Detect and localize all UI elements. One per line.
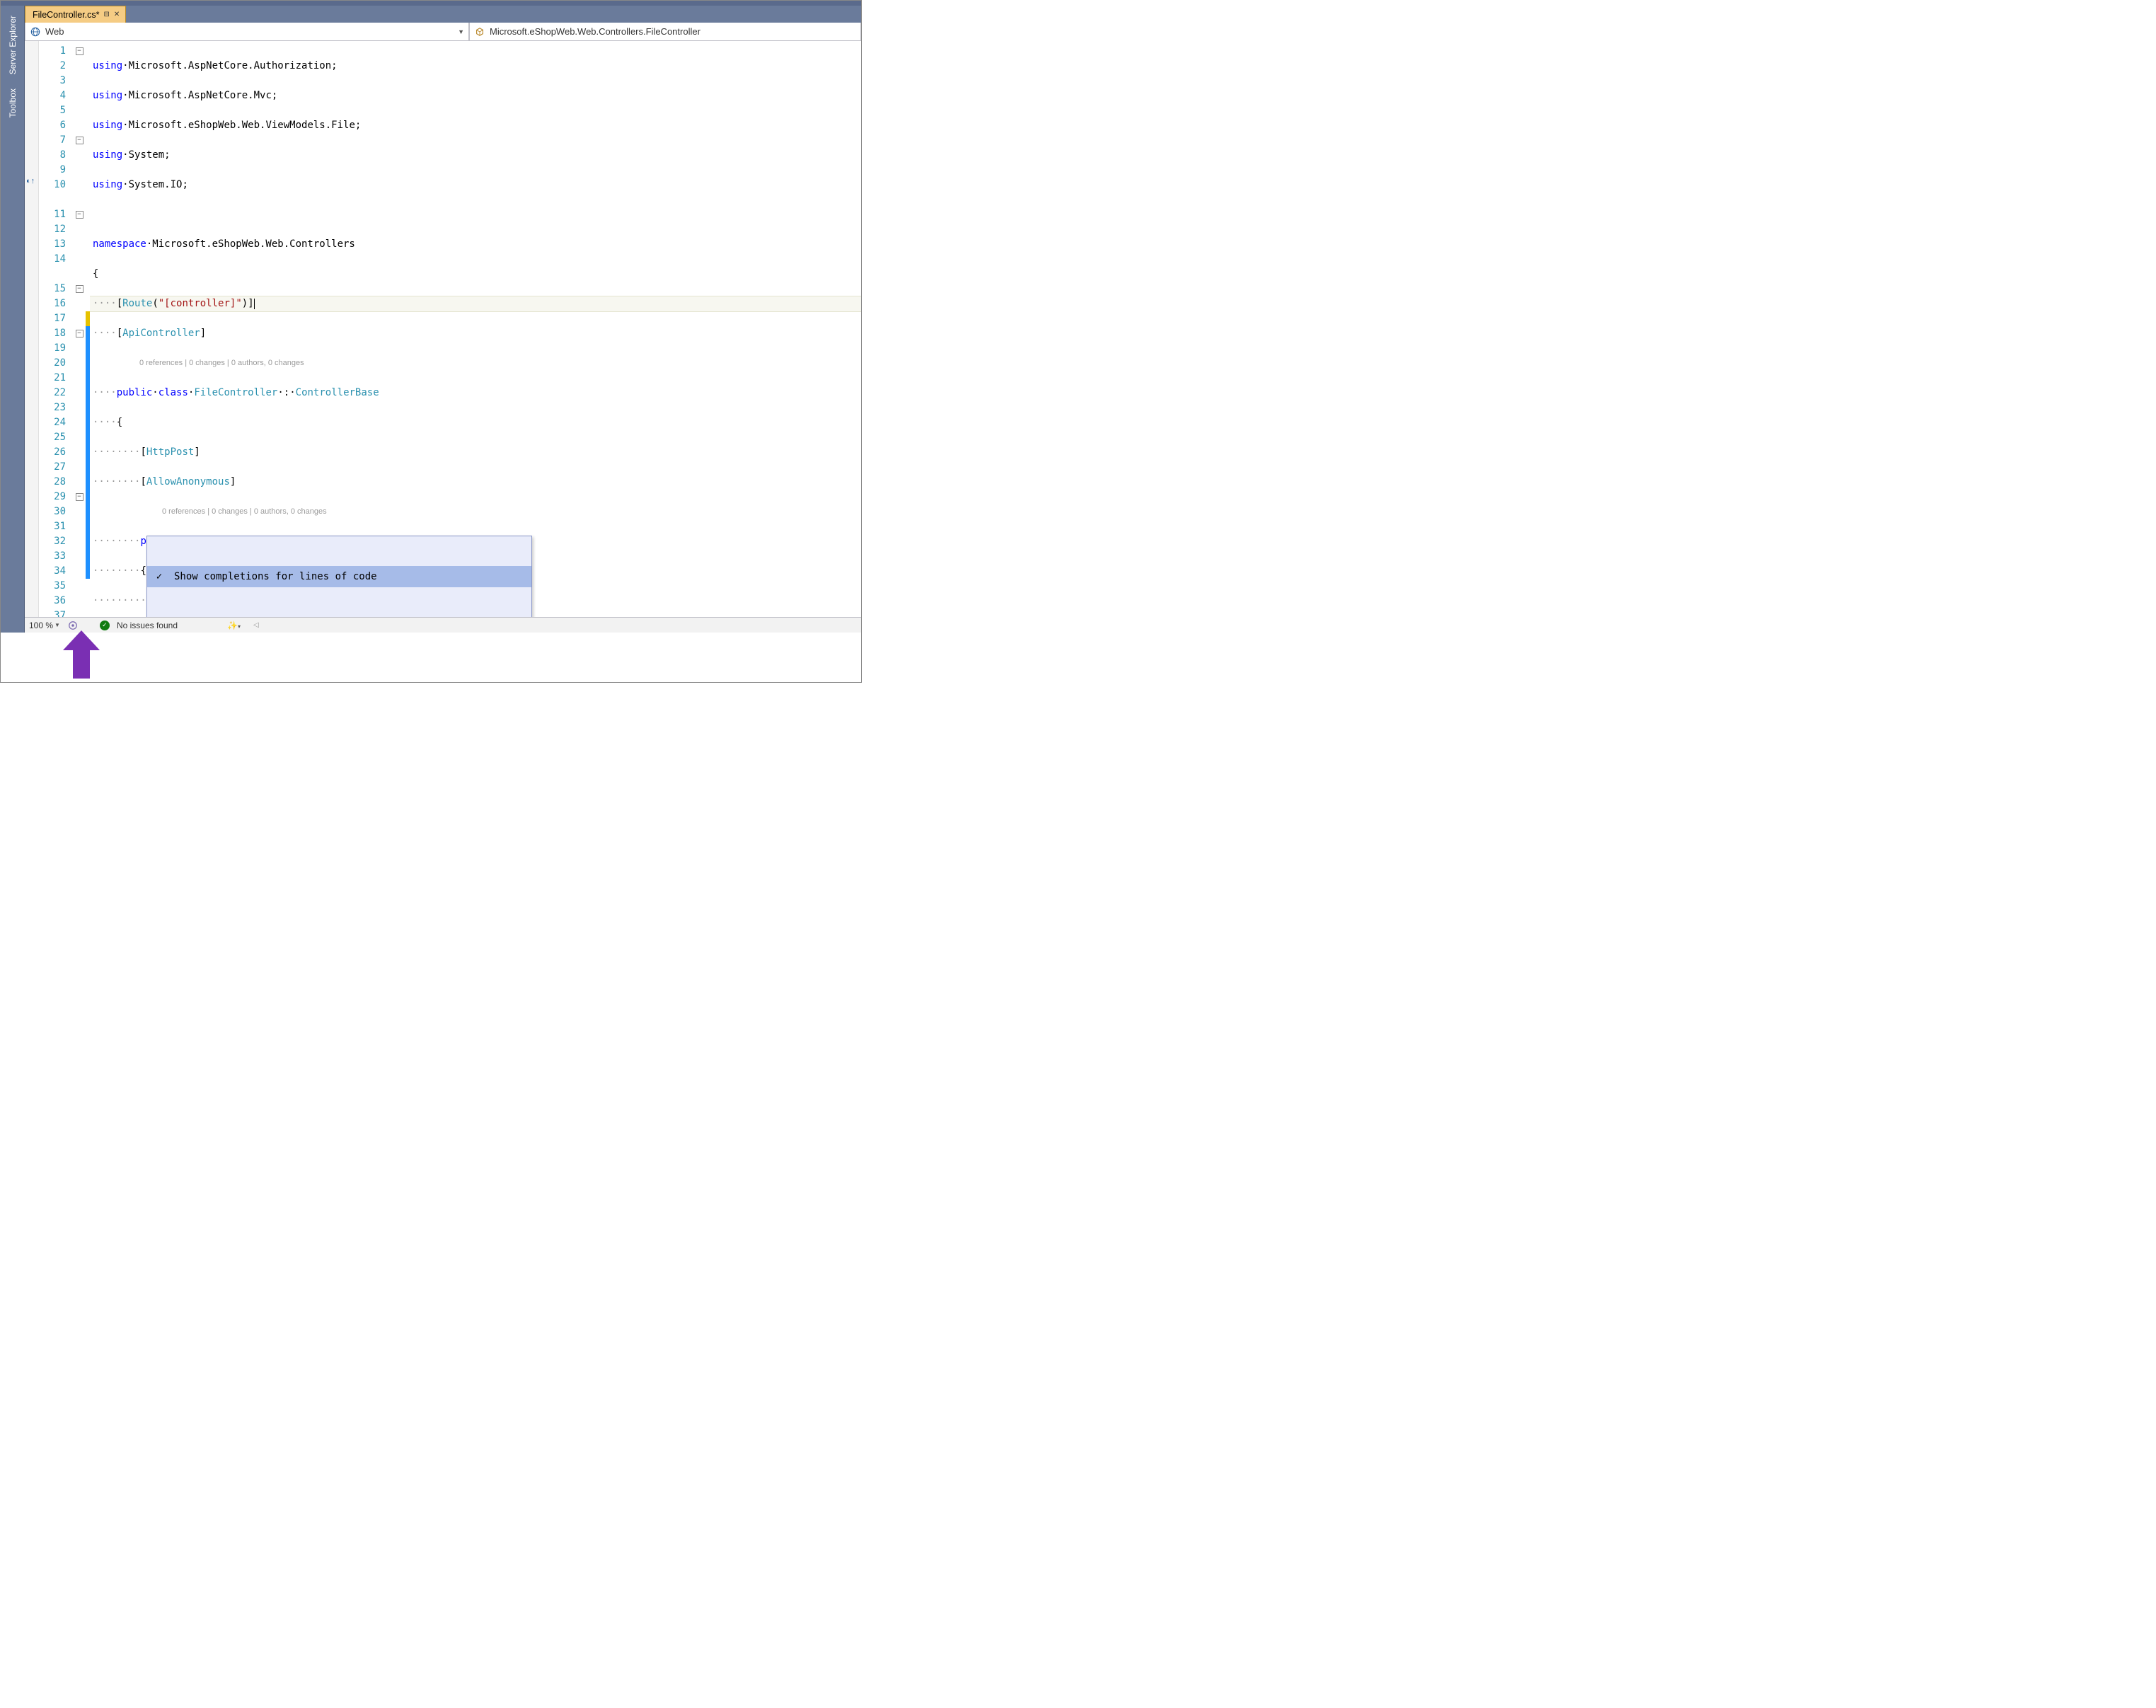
nav-project-label: Web [45,26,64,37]
outline-collapse-icon[interactable]: − [76,285,83,293]
popup-item-label: Show completions for lines of code [174,570,377,584]
code-token: ·Microsoft.AspNetCore.Authorization; [122,60,337,71]
nav-type-label: Microsoft.eShopWeb.Web.Controllers.FileC… [490,26,701,37]
code-token: { [117,417,122,428]
document-tab-label: FileController.cs* [33,10,99,20]
code-token: ·Microsoft.eShopWeb.Web.ViewModels.File; [122,120,361,131]
code-token: "[controller]" [158,298,242,309]
outline-collapse-icon[interactable]: − [76,137,83,144]
code-token: class [158,387,188,398]
code-editor[interactable]: 12345678910 11121314 1516171819202122232… [25,41,861,617]
intellicode-status-icon[interactable] [67,620,79,631]
check-circle-icon: ✓ [100,621,110,630]
editor-status-bar: 100 % ▼ ✓ No issues found ✨▾ ◁ [25,617,861,633]
code-text-area[interactable]: using·Microsoft.AspNetCore.Authorization… [90,41,861,617]
code-token: Route [122,298,152,309]
zoom-level: 100 % [29,621,53,630]
pin-icon[interactable]: ⊟ [103,11,109,18]
navigation-bar: Web ▼ Microsoft.eShopWeb.Web.Controllers… [25,23,861,41]
globe-icon [30,26,41,37]
outline-collapse-icon[interactable]: − [76,211,83,219]
zoom-combo[interactable]: 100 % ▼ [29,621,60,630]
outline-collapse-icon[interactable]: − [76,47,83,55]
intellicode-popup: ✓ Show completions for lines of code Wai… [146,536,532,617]
window-chrome-strip [1,1,861,6]
code-token: public [117,387,153,398]
code-token: ·Microsoft.AspNetCore.Mvc; [122,90,277,101]
code-token: FileController [194,387,277,398]
code-token: ControllerBase [296,387,379,398]
popup-item-show-line-completions[interactable]: ✓ Show completions for lines of code [147,566,531,587]
code-token: AllowAnonymous [146,476,230,487]
code-token: using [93,149,122,161]
check-icon: ✓ [151,570,167,584]
chevron-down-icon: ▼ [458,28,464,35]
line-number-gutter: 12345678910 11121314 1516171819202122232… [39,41,73,617]
method-margin-icon: ◐↑ [26,177,35,185]
outline-collapse-icon[interactable]: − [76,330,83,337]
nav-type-combo[interactable]: Microsoft.eShopWeb.Web.Controllers.FileC… [469,23,861,40]
outlining-gutter[interactable]: − − − − − − [73,41,86,617]
code-token: ApiController [122,328,200,339]
code-token: using [93,90,122,101]
chevron-down-icon: ▼ [54,622,60,628]
code-token: using [93,120,122,131]
nav-project-combo[interactable]: Web ▼ [25,23,469,40]
code-token: HttpPost [146,446,194,458]
close-icon[interactable]: ✕ [114,11,120,18]
code-token: using [93,60,122,71]
issues-status-label[interactable]: No issues found [117,621,178,630]
code-token: ·System; [122,149,170,161]
wand-icon[interactable]: ✨▾ [227,621,241,630]
tool-window-rail: Server Explorer Toolbox [1,6,25,633]
code-token: namespace [93,238,146,250]
toolbox-tab[interactable]: Toolbox [6,83,19,123]
code-token: using [93,179,122,190]
bottom-whitespace [1,633,861,682]
document-tab-row: FileController.cs* ⊟ ✕ [1,6,861,23]
code-token: { [93,268,98,279]
document-tab-active[interactable]: FileController.cs* ⊟ ✕ [25,6,126,23]
codelens-class[interactable]: 0 references | 0 changes | 0 authors, 0 … [90,356,861,371]
nav-back-icon[interactable]: ◁ [253,621,259,629]
breakpoint-gutter[interactable] [25,41,39,617]
class-icon [474,26,485,37]
code-token: { [140,565,146,577]
outline-collapse-icon[interactable]: − [76,493,83,501]
codelens-method[interactable]: 0 references | 0 changes | 0 authors, 0 … [90,504,861,519]
code-token: ·Microsoft.eShopWeb.Web.Controllers [146,238,355,250]
code-token: ·System.IO; [122,179,188,190]
server-explorer-tab[interactable]: Server Explorer [6,10,19,80]
callout-arrow-icon [63,630,100,681]
